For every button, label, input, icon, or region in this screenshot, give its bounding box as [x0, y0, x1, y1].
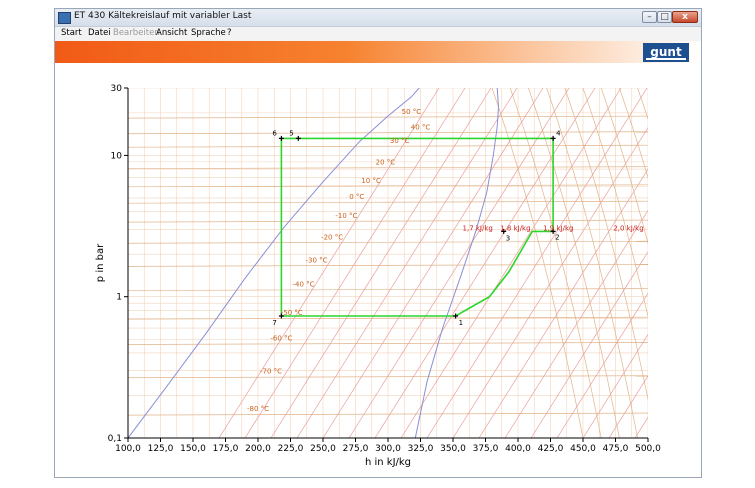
- isentrope-line: [556, 292, 648, 438]
- isentrope-line: [608, 375, 648, 438]
- isentrope-line: [400, 88, 622, 438]
- isentrope-line: [270, 88, 492, 438]
- x-axis-title: h in kJ/kg: [365, 457, 411, 468]
- isotherm-label: -80 °C: [247, 405, 269, 413]
- ph-diagram: 1 2 3 4 5 6 7 50 °C 40 °C30 °C 20 °C 10 °C 0 °C -10…: [95, 84, 755, 468]
- isotherm-label: 50 °C: [402, 108, 422, 116]
- superheat-isotherm-curve: [509, 88, 602, 438]
- isotherm-label: 20 °C: [376, 159, 396, 167]
- entropy-label: 2,0 kJ/kg: [613, 224, 643, 232]
- entropy-label: 1,7 kJ/kg: [463, 224, 493, 232]
- liquid-saturation-curve: [128, 88, 420, 438]
- cycle-point-label: 3: [506, 234, 510, 242]
- x-tick-label: 175,0: [213, 444, 239, 454]
- cycle-point-marker: [295, 135, 301, 141]
- y-tick-label: 10: [111, 151, 123, 161]
- x-tick-label: 250,0: [310, 444, 336, 454]
- isotherm-label: 10 °C: [361, 177, 381, 185]
- x-tick-label: 125,0: [148, 444, 174, 454]
- isotherm-label: 30 °C: [390, 137, 410, 145]
- superheat-isotherm-curve: [491, 88, 584, 438]
- isotherm-label: -50 °C: [281, 309, 303, 317]
- x-tick-label: 450,0: [570, 444, 596, 454]
- superheat-isotherm-curve: [637, 88, 648, 121]
- isentrope-line: [452, 127, 648, 438]
- cycle-point-marker: [278, 135, 284, 141]
- isentrope-line: [348, 88, 570, 438]
- x-tick-label: 475,0: [603, 444, 629, 454]
- axis-layer: 100,0 125,0 150,0 175,0 200,0 225,0 250,0 275,0…: [95, 84, 661, 468]
- isentrope-line: [426, 88, 648, 438]
- superheat-isotherm-curve: [619, 88, 648, 179]
- x-tick-label: 400,0: [505, 444, 531, 454]
- x-tick-label: 375,0: [473, 444, 499, 454]
- isentrope-line: [661, 88, 755, 438]
- isentrope-line: [504, 209, 648, 438]
- y-tick-label: 0,1: [108, 434, 122, 444]
- cycle-point-label: 5: [289, 129, 293, 137]
- isentrope-line: [478, 168, 648, 438]
- isotherm-label: -10 °C: [335, 212, 357, 220]
- x-tick-label: 225,0: [278, 444, 304, 454]
- grid-layer: [128, 88, 648, 438]
- isotherm-layer: [128, 88, 755, 438]
- y-tick-label: 30: [111, 84, 123, 94]
- isotherm-label: 40 °C: [411, 124, 431, 132]
- y-axis-title: p in bar: [95, 243, 106, 282]
- superheat-isotherm-curve: [582, 88, 648, 318]
- isotherm-label: 0 °C: [349, 193, 364, 201]
- x-tick-label: 200,0: [245, 444, 271, 454]
- isotherm-label: -20 °C: [321, 233, 343, 241]
- superheat-isotherm-curve: [546, 88, 638, 438]
- x-tick-label: 350,0: [440, 444, 466, 454]
- cycle-point-label: 7: [272, 319, 276, 327]
- cycle-point-label: 6: [272, 129, 277, 137]
- isentrope-line: [322, 88, 544, 438]
- isotherm-label: -70 °C: [260, 368, 282, 376]
- x-tick-label: 150,0: [180, 444, 206, 454]
- superheat-isotherm-curve: [528, 88, 620, 438]
- entropy-label: 1,8 kJ/kg: [500, 224, 530, 232]
- isotherm-label: -30 °C: [305, 256, 327, 264]
- isotherm-label: -60 °C: [270, 334, 292, 342]
- x-tick-label: 100,0: [115, 444, 141, 454]
- isotherm-label: -40 °C: [292, 281, 314, 289]
- x-tick-label: 325,0: [408, 444, 434, 454]
- isentrope-line: [244, 88, 466, 438]
- cycle-point-label: 4: [556, 129, 561, 137]
- x-tick-label: 425,0: [538, 444, 564, 454]
- x-tick-label: 275,0: [343, 444, 369, 454]
- x-tick-label: 500,0: [635, 444, 661, 454]
- cycle-point-label: 1: [459, 319, 463, 327]
- cycle-point-marker: [550, 135, 556, 141]
- isentrope-line: [634, 416, 648, 438]
- entropy-label: 1,9 kJ/kg: [543, 224, 573, 232]
- x-tick-label: 300,0: [375, 444, 401, 454]
- y-tick-label: 1: [116, 293, 122, 303]
- cycle-point-label: 2: [555, 233, 559, 241]
